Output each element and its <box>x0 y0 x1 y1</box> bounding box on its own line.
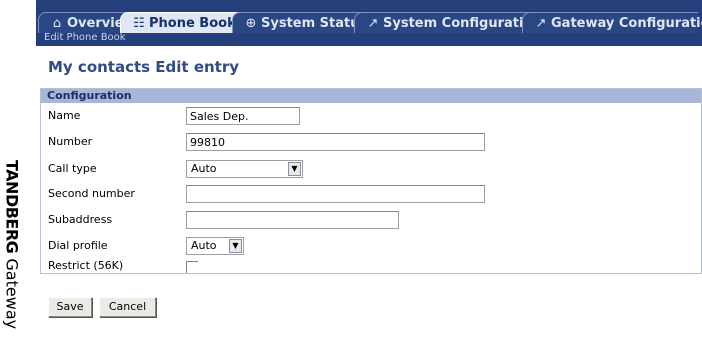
sub-navigation: Edit Phone Book <box>36 32 702 46</box>
chevron-down-icon[interactable]: ▼ <box>229 239 242 253</box>
calltype-select[interactable]: Auto ▼ <box>186 160 303 178</box>
calltype-label: Call type <box>48 162 97 175</box>
save-button[interactable]: Save <box>48 297 92 317</box>
subaddress-input[interactable] <box>186 211 399 229</box>
tab-label: System Status <box>261 16 368 31</box>
restrict-checkbox[interactable] <box>186 261 198 273</box>
number-input[interactable] <box>186 133 485 151</box>
tab-bar: ⌂ Overview ☷ Phone Book ⊕ System Status ↗ Sy… <box>36 0 702 34</box>
restrict-label: Restrict (56K) <box>48 259 124 272</box>
breadcrumb[interactable]: Edit Phone Book <box>44 32 126 43</box>
cancel-button[interactable]: Cancel <box>99 297 156 317</box>
tab-phone-book[interactable]: ☷ Phone Book <box>120 12 246 34</box>
status-icon: ⊕ <box>245 16 257 31</box>
page-title: My contacts Edit entry <box>48 58 240 76</box>
tab-label: Gateway Configuration <box>551 16 702 31</box>
name-label: Name <box>48 109 81 122</box>
second-number-input[interactable] <box>186 185 485 203</box>
tab-label: System Configuration <box>383 16 542 31</box>
tab-system-configuration[interactable]: ↗ System Configuration <box>354 12 542 34</box>
calltype-value: Auto <box>191 162 217 175</box>
tab-gateway-configuration[interactable]: ↗ Gateway Configuration <box>522 12 702 34</box>
brand-name: TANDBERG <box>2 160 22 254</box>
brand-strip: TANDBERG Gateway <box>0 0 24 342</box>
subaddress-label: Subaddress <box>48 213 113 226</box>
tab-system-status[interactable]: ⊕ System Status <box>232 12 372 34</box>
wrench-icon: ↗ <box>535 16 547 31</box>
wrench-icon: ↗ <box>367 16 379 31</box>
panel-title: Configuration <box>41 89 701 103</box>
chevron-down-icon[interactable]: ▼ <box>288 162 301 176</box>
phonebook-icon: ☷ <box>133 16 145 31</box>
brand-logo: TANDBERG Gateway <box>3 160 22 329</box>
dial-profile-select[interactable]: Auto ▼ <box>186 237 244 255</box>
dial-profile-label: Dial profile <box>48 239 108 252</box>
number-label: Number <box>48 135 93 148</box>
configuration-panel: Configuration Name Number Call type Auto… <box>40 88 702 274</box>
name-input[interactable] <box>186 107 300 125</box>
brand-product: Gateway <box>2 258 22 330</box>
dial-profile-value: Auto <box>191 239 217 252</box>
tab-label: Phone Book <box>149 16 236 31</box>
second-number-label: Second number <box>48 187 135 200</box>
